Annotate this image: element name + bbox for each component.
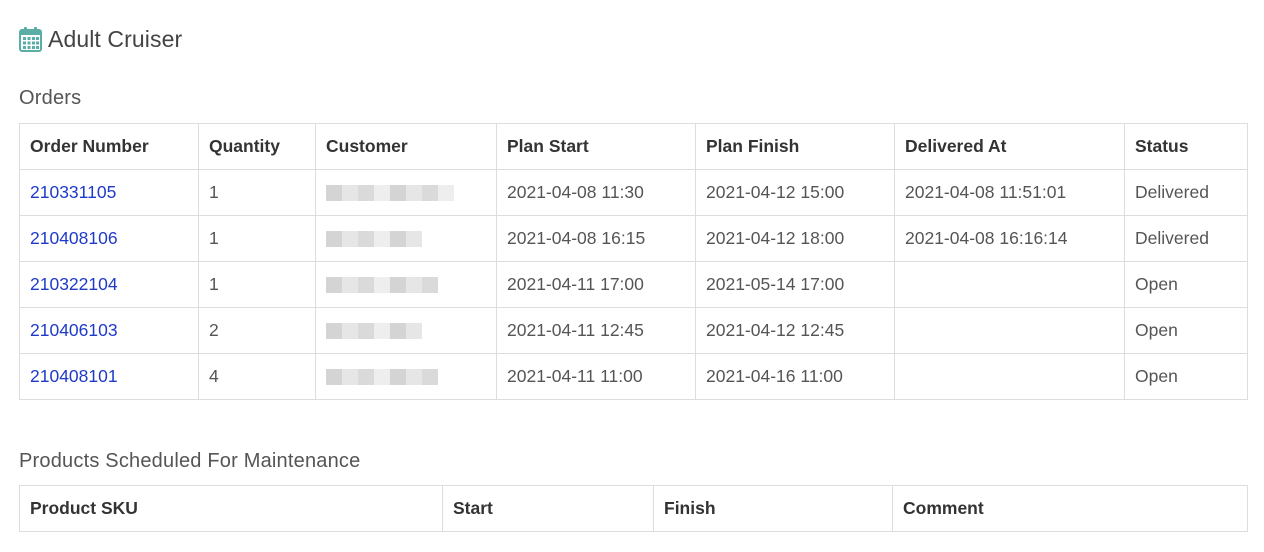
status-cell: Open — [1124, 261, 1248, 308]
column-header-plan-start: Plan Start — [496, 123, 696, 170]
plan-start-cell: 2021-04-08 16:15 — [496, 215, 696, 262]
plan-finish-cell: 2021-04-12 15:00 — [695, 169, 895, 216]
page-title: Adult Cruiser — [48, 25, 183, 52]
order-number-cell: 210322104 — [19, 261, 199, 308]
table-row: 210331105 1 2021-04-08 11:30 2021-04-12 … — [19, 169, 1248, 216]
status-cell: Open — [1124, 353, 1248, 400]
column-header-quantity: Quantity — [198, 123, 316, 170]
table-row: 210322104 1 2021-04-11 17:00 2021-05-14 … — [19, 261, 1248, 308]
plan-start-cell: 2021-04-11 12:45 — [496, 307, 696, 354]
quantity-cell: 2 — [198, 307, 316, 354]
order-number-cell: 210408101 — [19, 353, 199, 400]
redacted-customer-name — [326, 231, 422, 248]
order-number-link[interactable]: 210408101 — [30, 366, 118, 386]
redacted-customer-name — [326, 185, 454, 202]
redacted-customer-name — [326, 369, 438, 386]
calendar-icon — [19, 27, 42, 52]
maintenance-table: Product SKU Start Finish Comment — [19, 485, 1248, 532]
column-header-plan-finish: Plan Finish — [695, 123, 895, 170]
quantity-cell: 1 — [198, 215, 316, 262]
column-header-customer: Customer — [315, 123, 497, 170]
customer-cell — [315, 307, 497, 354]
delivered-at-cell: 2021-04-08 16:16:14 — [894, 215, 1125, 262]
quantity-cell: 1 — [198, 261, 316, 308]
redacted-customer-name — [326, 323, 422, 340]
page-header: Adult Cruiser — [19, 24, 182, 54]
quantity-cell: 1 — [198, 169, 316, 216]
customer-cell — [315, 353, 497, 400]
column-header-start: Start — [442, 485, 654, 532]
table-row: 210406103 2 2021-04-11 12:45 2021-04-12 … — [19, 307, 1248, 354]
plan-finish-cell: 2021-04-16 11:00 — [695, 353, 895, 400]
order-number-link[interactable]: 210406103 — [30, 320, 118, 340]
order-number-link[interactable]: 210408106 — [30, 228, 118, 248]
column-header-comment: Comment — [892, 485, 1248, 532]
delivered-at-cell — [894, 353, 1125, 400]
plan-finish-cell: 2021-04-12 18:00 — [695, 215, 895, 262]
column-header-product-sku: Product SKU — [19, 485, 443, 532]
status-cell: Delivered — [1124, 215, 1248, 262]
delivered-at-cell — [894, 307, 1125, 354]
status-cell: Open — [1124, 307, 1248, 354]
delivered-at-cell: 2021-04-08 11:51:01 — [894, 169, 1125, 216]
quantity-cell: 4 — [198, 353, 316, 400]
order-number-link[interactable]: 210322104 — [30, 274, 118, 294]
maintenance-section-title: Products Scheduled For Maintenance — [19, 450, 361, 472]
customer-cell — [315, 169, 497, 216]
table-row: 210408106 1 2021-04-08 16:15 2021-04-12 … — [19, 215, 1248, 262]
plan-start-cell: 2021-04-11 11:00 — [496, 353, 696, 400]
order-number-link[interactable]: 210331105 — [30, 182, 116, 202]
plan-finish-cell: 2021-05-14 17:00 — [695, 261, 895, 308]
plan-start-cell: 2021-04-08 11:30 — [496, 169, 696, 216]
column-header-finish: Finish — [653, 485, 893, 532]
maintenance-header-row: Product SKU Start Finish Comment — [19, 485, 1248, 532]
redacted-customer-name — [326, 277, 438, 294]
column-header-delivered-at: Delivered At — [894, 123, 1125, 170]
plan-start-cell: 2021-04-11 17:00 — [496, 261, 696, 308]
order-number-cell: 210331105 — [19, 169, 199, 216]
orders-section-title: Orders — [19, 87, 82, 109]
order-number-cell: 210408106 — [19, 215, 199, 262]
orders-header-row: Order Number Quantity Customer Plan Star… — [19, 123, 1248, 170]
column-header-order-number: Order Number — [19, 123, 199, 170]
delivered-at-cell — [894, 261, 1125, 308]
column-header-status: Status — [1124, 123, 1248, 170]
customer-cell — [315, 215, 497, 262]
plan-finish-cell: 2021-04-12 12:45 — [695, 307, 895, 354]
orders-table: Order Number Quantity Customer Plan Star… — [19, 123, 1248, 400]
table-row: 210408101 4 2021-04-11 11:00 2021-04-16 … — [19, 353, 1248, 400]
status-cell: Delivered — [1124, 169, 1248, 216]
order-number-cell: 210406103 — [19, 307, 199, 354]
customer-cell — [315, 261, 497, 308]
